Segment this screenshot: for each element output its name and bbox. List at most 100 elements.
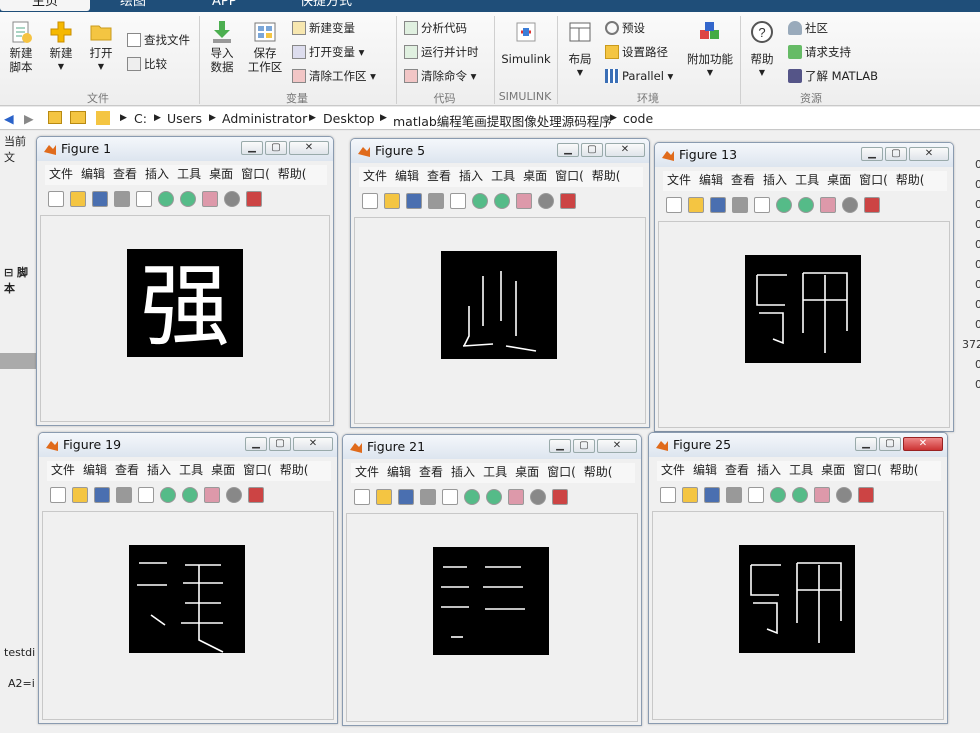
close-icon[interactable]: ✕ <box>605 143 645 157</box>
print-icon[interactable] <box>420 489 436 505</box>
menu-item[interactable]: 工具 <box>483 465 507 479</box>
open-file-icon[interactable] <box>72 487 88 503</box>
rotate-icon[interactable] <box>842 197 858 213</box>
layout-button[interactable]: 布局 ▼ <box>564 20 596 80</box>
print-icon[interactable] <box>114 191 130 207</box>
zoom-in-icon[interactable] <box>160 487 176 503</box>
menu-item[interactable]: 查看 <box>731 173 755 187</box>
zoom-out-icon[interactable] <box>792 487 808 503</box>
new-figure-icon[interactable] <box>362 193 378 209</box>
zoom-in-icon[interactable] <box>776 197 792 213</box>
request-support-button[interactable]: 请求支持 <box>788 44 851 60</box>
menu-item[interactable]: 帮助( <box>278 167 307 181</box>
rotate-icon[interactable] <box>226 487 242 503</box>
menu-item[interactable]: 编辑 <box>693 463 717 477</box>
menu-item[interactable]: 工具 <box>177 167 201 181</box>
menu-item[interactable]: 文件 <box>355 465 379 479</box>
pan-icon[interactable] <box>202 191 218 207</box>
brush-icon[interactable] <box>248 487 264 503</box>
figure-window[interactable]: Figure 5 ▁ ▢ ✕ 文件 编辑 查看 插入 工具 桌面 窗口(帮助( <box>350 138 650 428</box>
save-icon[interactable] <box>710 197 726 213</box>
help-button[interactable]: ? 帮助 ▼ <box>746 20 778 80</box>
tab-home[interactable]: 主页 <box>0 0 90 11</box>
zoom-in-icon[interactable] <box>472 193 488 209</box>
breadcrumb-desktop[interactable]: Desktop <box>323 111 375 126</box>
zoom-in-icon[interactable] <box>464 489 480 505</box>
menu-item[interactable]: 工具 <box>179 463 203 477</box>
breadcrumb-administrator[interactable]: Administrator <box>222 111 307 126</box>
figure-title-bar[interactable]: Figure 21 ▁ ▢ ✕ <box>343 435 641 459</box>
rotate-icon[interactable] <box>224 191 240 207</box>
menu-item[interactable]: 帮助( <box>280 463 309 477</box>
open-file-icon[interactable] <box>688 197 704 213</box>
menu-item[interactable]: 工具 <box>789 463 813 477</box>
menu-item[interactable]: 查看 <box>113 167 137 181</box>
open-file-icon[interactable] <box>384 193 400 209</box>
pointer-icon[interactable] <box>138 487 154 503</box>
pointer-icon[interactable] <box>442 489 458 505</box>
menu-item[interactable]: 查看 <box>725 463 749 477</box>
compare-button[interactable]: 比较 <box>127 56 167 72</box>
figure-window[interactable]: Figure 21 ▁ ▢ ✕ 文件 编辑 查看 插入 工具 桌面 窗口(帮助( <box>342 434 642 726</box>
tab-apps[interactable]: APP <box>212 0 237 11</box>
minimize-icon[interactable]: ▁ <box>549 439 571 453</box>
zoom-out-icon[interactable] <box>180 191 196 207</box>
save-workspace-button[interactable]: 保存 工作区 <box>246 20 284 74</box>
breadcrumb-project-folder[interactable]: matlab编程笔画提取图像处理源码程序 <box>393 111 612 130</box>
new-figure-icon[interactable] <box>50 487 66 503</box>
print-icon[interactable] <box>726 487 742 503</box>
menu-item[interactable]: 插入 <box>451 465 475 479</box>
menu-item[interactable]: 窗口( <box>555 169 584 183</box>
rotate-icon[interactable] <box>836 487 852 503</box>
close-icon[interactable]: ✕ <box>289 141 329 155</box>
menu-item[interactable]: 桌面 <box>515 465 539 479</box>
open-file-icon[interactable] <box>70 191 86 207</box>
menu-item[interactable]: 窗口( <box>241 167 270 181</box>
figure-window[interactable]: Figure 1 ▁ ▢ ✕ 文件 编辑 查看 插入 工具 桌面 窗口(帮助(强 <box>36 136 334 426</box>
brush-icon[interactable] <box>552 489 568 505</box>
figure-title-bar[interactable]: Figure 19 ▁ ▢ ✕ <box>39 433 337 457</box>
forward-arrow-icon[interactable]: ▶ <box>24 111 34 126</box>
add-ons-button[interactable]: 附加功能 ▼ <box>686 20 734 80</box>
breadcrumb-drive[interactable]: C: <box>134 111 147 126</box>
zoom-in-icon[interactable] <box>770 487 786 503</box>
minimize-icon[interactable]: ▁ <box>861 147 883 161</box>
menu-item[interactable]: 文件 <box>49 167 73 181</box>
analyze-code-button[interactable]: 分析代码 <box>404 20 467 36</box>
menu-item[interactable]: 窗口( <box>243 463 272 477</box>
menu-item[interactable]: 编辑 <box>395 169 419 183</box>
save-icon[interactable] <box>92 191 108 207</box>
open-button[interactable]: 打开 ▼ <box>86 20 116 74</box>
figure-window[interactable]: Figure 25 ▁ ▢ ✕ 文件 编辑 查看 插入 工具 桌面 窗口(帮助( <box>648 432 948 724</box>
import-data-button[interactable]: 导入 数据 <box>206 20 238 74</box>
brush-icon[interactable] <box>864 197 880 213</box>
maximize-icon[interactable]: ▢ <box>581 143 603 157</box>
up-folder-icon[interactable] <box>48 111 62 124</box>
zoom-out-icon[interactable] <box>494 193 510 209</box>
close-icon[interactable]: ✕ <box>903 437 943 451</box>
run-and-time-button[interactable]: 运行并计时 <box>404 44 479 60</box>
zoom-out-icon[interactable] <box>182 487 198 503</box>
find-files-button[interactable]: 查找文件 <box>127 32 190 48</box>
pointer-icon[interactable] <box>450 193 466 209</box>
maximize-icon[interactable]: ▢ <box>885 147 907 161</box>
rotate-icon[interactable] <box>530 489 546 505</box>
menu-item[interactable]: 帮助( <box>592 169 621 183</box>
figure-title-bar[interactable]: Figure 1 ▁ ▢ ✕ <box>37 137 333 161</box>
new-variable-button[interactable]: 新建变量 <box>292 20 355 36</box>
menu-item[interactable]: 窗口( <box>859 173 888 187</box>
menu-item[interactable]: 桌面 <box>211 463 235 477</box>
print-icon[interactable] <box>732 197 748 213</box>
menu-item[interactable]: 编辑 <box>83 463 107 477</box>
breadcrumb-code[interactable]: code <box>623 111 653 126</box>
pointer-icon[interactable] <box>748 487 764 503</box>
community-button[interactable]: 社区 <box>788 20 828 36</box>
tab-shortcuts[interactable]: 快捷方式 <box>300 0 352 11</box>
new-figure-icon[interactable] <box>660 487 676 503</box>
menu-item[interactable]: 帮助( <box>896 173 925 187</box>
menu-item[interactable]: 插入 <box>757 463 781 477</box>
zoom-out-icon[interactable] <box>486 489 502 505</box>
menu-item[interactable]: 文件 <box>51 463 75 477</box>
tab-plots[interactable]: 绘图 <box>120 0 146 11</box>
new-button[interactable]: 新建 ▼ <box>46 20 76 74</box>
